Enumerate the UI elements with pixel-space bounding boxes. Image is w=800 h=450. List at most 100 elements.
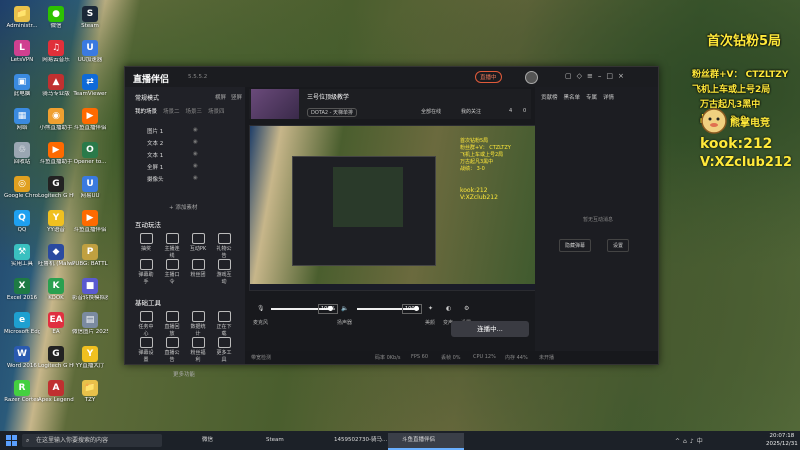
mode-selector[interactable]: 常规模式 [135,93,159,102]
interactive-item[interactable]: 抽奖 [137,233,155,252]
danmaku-settings-button[interactable]: 设置 [607,239,630,252]
taskbar-wechat[interactable]: 微信 [188,433,254,448]
tray-ime-icon[interactable]: 中 [697,438,706,445]
desktop-icon[interactable]: X Excel 2016 [4,278,40,302]
interactive-item[interactable]: 粉丝团 [189,259,207,278]
desktop-icon[interactable]: ▣ 此电脑 [4,74,40,98]
interactive-item[interactable]: 主播口令 [163,259,181,285]
desktop-icon[interactable]: PPUBG: BATTLEGR... [72,244,108,268]
visibility-icon[interactable]: ◉ [193,151,198,157]
taskbar-search[interactable]: ⌕ 在这里输入你要搜索的内容 [22,434,162,447]
visibility-icon[interactable]: ◉ [193,127,198,133]
tools-item[interactable]: 数据统计 [189,311,207,337]
mic-icon[interactable]: 🎙 [257,305,265,312]
desktop-icon[interactable]: Q QQ [4,210,40,234]
desktop-icon[interactable]: U UU加速器 [72,40,108,64]
live-status-badge[interactable]: 直播中 [475,71,502,83]
taskbar-douyu[interactable]: 斗鱼直播伴侣 [388,433,464,450]
stream-preview[interactable]: 首次钻粉5局 粉丝群+V： CTZLTZY 飞机上车或上号2局 万古起凡3黑中 … [249,125,536,291]
tab-exclusive[interactable]: 专属 [586,95,597,101]
tab-blacklist[interactable]: 黑名单 [564,95,581,101]
desktop-icon[interactable]: ▶ 斗鱼直播伴侣 [72,108,108,132]
room-thumbnail[interactable] [251,89,299,119]
desktop-icon[interactable]: ◎Google Chrome [4,176,40,200]
desktop-icon[interactable]: ● 微信 [38,6,74,30]
desktop-icon[interactable]: 📁 TZY [72,380,108,404]
taskbar-clock[interactable]: 20:07:18 2025/12/31 [766,432,798,448]
tray-chevron-icon[interactable]: ^ [675,438,683,445]
interactive-item[interactable]: 礼物公告 [215,233,233,259]
visibility-icon[interactable]: ◉ [193,163,198,169]
room-title[interactable]: 三号位顶级教学 [307,92,349,101]
desktop-icon[interactable]: ◆吐鲁机 (Malware) [38,244,74,268]
desktop-icon[interactable]: ⚒ 实用工具 [4,244,40,268]
gift-icon[interactable]: ◇ [577,72,587,80]
desktop-icon[interactable]: O Opener to... [72,142,108,166]
desktop-icon[interactable]: ⇄ TeamViewer [72,74,108,98]
tools-item[interactable]: 粉丝福利 [189,337,207,363]
room-category[interactable]: DOTA2 - 天梯单排 [307,108,358,117]
tray-volume-icon[interactable]: ♪ [690,438,697,445]
interactive-item[interactable]: 弹幕助手 [137,259,155,285]
tray-network-icon[interactable]: ⌂ [683,438,690,445]
tools-item[interactable]: 正在下载 [215,311,233,337]
source-item[interactable]: 文本 2 [147,139,163,147]
desktop-icon[interactable]: ♲ 回收站 [4,142,40,166]
interactive-item[interactable]: 游戏互动 [215,259,233,285]
tab-contribution[interactable]: 贡献榜 [541,95,558,101]
desktop-icon[interactable]: R Razer Cortex [4,380,40,404]
source-item[interactable]: 图片 1 [147,127,163,135]
desktop-icon[interactable]: GLogitech G HUB [38,176,74,200]
tools-item[interactable]: 任务中心 [137,311,155,337]
desktop-icon[interactable]: A Apex Legends [38,380,74,404]
desktop-icon[interactable]: L LetsVPN [4,40,40,64]
add-source-button[interactable]: + 添加素材 [169,203,197,211]
visibility-icon[interactable]: ◉ [193,139,198,145]
tools-item[interactable]: 更多工具 [215,337,233,363]
scene-tab-4[interactable]: 场景四 [208,109,225,115]
interactive-item[interactable]: 互动PK [189,233,207,252]
voice-change-icon[interactable]: ◐ [446,305,451,312]
desktop-icon[interactable]: S Steam [72,6,108,30]
desktop-icon[interactable]: GLogitech G HUB [38,346,74,370]
source-item[interactable]: 摄像头 [147,175,164,183]
desktop-icon[interactable]: ■ 影音转换模拟器 [72,278,108,302]
scene-tab-3[interactable]: 场景三 [186,109,203,115]
desktop-icon[interactable]: 📁 Administr... [4,6,40,30]
desktop-icon[interactable]: eMicrosoft Edge [4,312,40,336]
desktop-icon[interactable]: K KOOK [38,278,74,302]
close-icon[interactable]: × [618,72,629,80]
source-item[interactable]: 文本 1 [147,151,163,159]
status-bandwidth[interactable]: 带宽检测 [251,354,271,361]
beauty-icon[interactable]: ✦ [428,305,433,312]
tools-item[interactable]: 直播回放 [163,311,181,337]
desktop-icon[interactable]: ◉ 小熊直播助手 [38,108,74,132]
system-tray[interactable]: ^⌂♪中 [675,436,706,445]
source-item[interactable]: 全屏 1 [147,163,163,171]
landscape-toggle[interactable]: 横屏 [215,93,226,101]
scene-tab-2[interactable]: 场景二 [163,109,180,115]
tab-details[interactable]: 详情 [603,95,614,101]
window-controls[interactable]: ▢◇≡–□× [565,72,629,80]
interactive-item[interactable]: 主播连线 [163,233,181,259]
settings-icon[interactable]: ⚙ [464,305,469,312]
chat-icon[interactable]: ▢ [565,72,577,80]
menu-icon[interactable]: ≡ [587,72,598,80]
go-live-button[interactable]: 连播中... [451,321,529,337]
maximize-icon[interactable]: □ [606,72,618,80]
visibility-icon[interactable]: ◉ [193,175,198,181]
hide-danmaku-button[interactable]: 隐藏弹幕 [559,239,592,252]
tools-item[interactable]: 直播公告 [163,337,181,363]
desktop-icon[interactable]: U 网易UU [72,176,108,200]
desktop-icon[interactable]: ▲ 骑马专业版 [38,74,74,98]
desktop-icon[interactable]: ▶ 斗鱼直播助手 [38,142,74,166]
desktop-icon[interactable]: Y YY直播大厅 [72,346,108,370]
desktop-icon[interactable]: ▦ 网络 [4,108,40,132]
taskbar-qima[interactable]: 1459502730-骑马... [320,433,396,448]
desktop-icon[interactable]: W Word 2016 [4,346,40,370]
desktop-icon[interactable]: ▶ 斗鱼直播伴侣 [72,210,108,234]
desktop-icon[interactable]: ▤微信图片 2025080... [72,312,108,336]
beauty-button[interactable]: 美颜 [425,319,435,326]
speaker-icon[interactable]: 🔈 [341,305,348,312]
taskbar-steam[interactable]: Steam [252,433,320,448]
